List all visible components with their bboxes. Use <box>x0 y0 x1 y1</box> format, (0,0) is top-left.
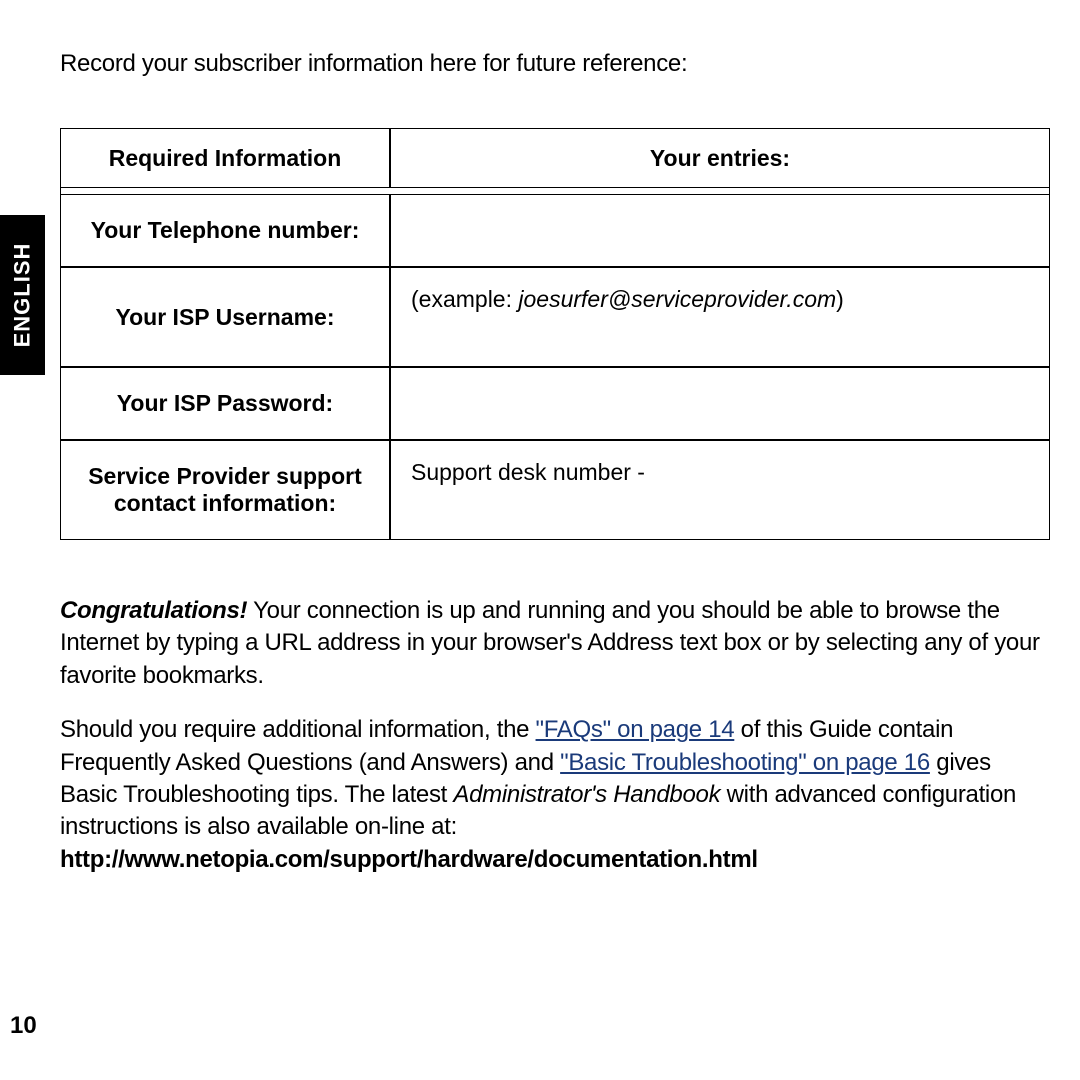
example-email: joesurfer@serviceprovider.com <box>518 286 836 312</box>
label-support: Service Provider support contact informa… <box>60 440 390 540</box>
entry-password <box>390 367 1050 440</box>
label-password: Your ISP Password: <box>60 367 390 440</box>
documentation-url: http://www.netopia.com/support/hardware/… <box>60 846 758 873</box>
handbook-title: Administrator's Handbook <box>453 781 720 808</box>
intro-text: Record your subscriber information here … <box>60 50 1050 78</box>
label-telephone: Your Telephone number: <box>60 194 390 267</box>
table-row: Your ISP Username: (example: joesurfer@s… <box>60 267 1050 367</box>
page-number: 10 <box>10 1012 37 1040</box>
faqs-link[interactable]: "FAQs" on page 14 <box>536 716 735 743</box>
more-info-paragraph: Should you require additional informatio… <box>60 714 1050 876</box>
troubleshooting-link[interactable]: "Basic Troubleshooting" on page 16 <box>560 749 930 776</box>
label-username: Your ISP Username: <box>60 267 390 367</box>
entry-username: (example: joesurfer@serviceprovider.com) <box>390 267 1050 367</box>
example-suffix: ) <box>836 286 844 312</box>
header-required-info: Required Information <box>60 128 390 188</box>
p2-t1: Should you require additional informatio… <box>60 716 536 743</box>
congrats-word: Congratulations! <box>60 597 247 624</box>
header-your-entries: Your entries: <box>390 128 1050 188</box>
table-row: Service Provider support contact informa… <box>60 440 1050 540</box>
congrats-paragraph: Congratulations! Your connection is up a… <box>60 595 1050 692</box>
example-prefix: (example: <box>411 286 518 312</box>
language-tab-label: ENGLISH <box>10 243 36 348</box>
language-tab: ENGLISH <box>0 215 45 375</box>
entry-support: Support desk number - <box>390 440 1050 540</box>
table-row: Your Telephone number: <box>60 194 1050 267</box>
subscriber-info-table: Required Information Your entries: Your … <box>60 128 1050 540</box>
entry-telephone <box>390 194 1050 267</box>
table-row: Your ISP Password: <box>60 367 1050 440</box>
